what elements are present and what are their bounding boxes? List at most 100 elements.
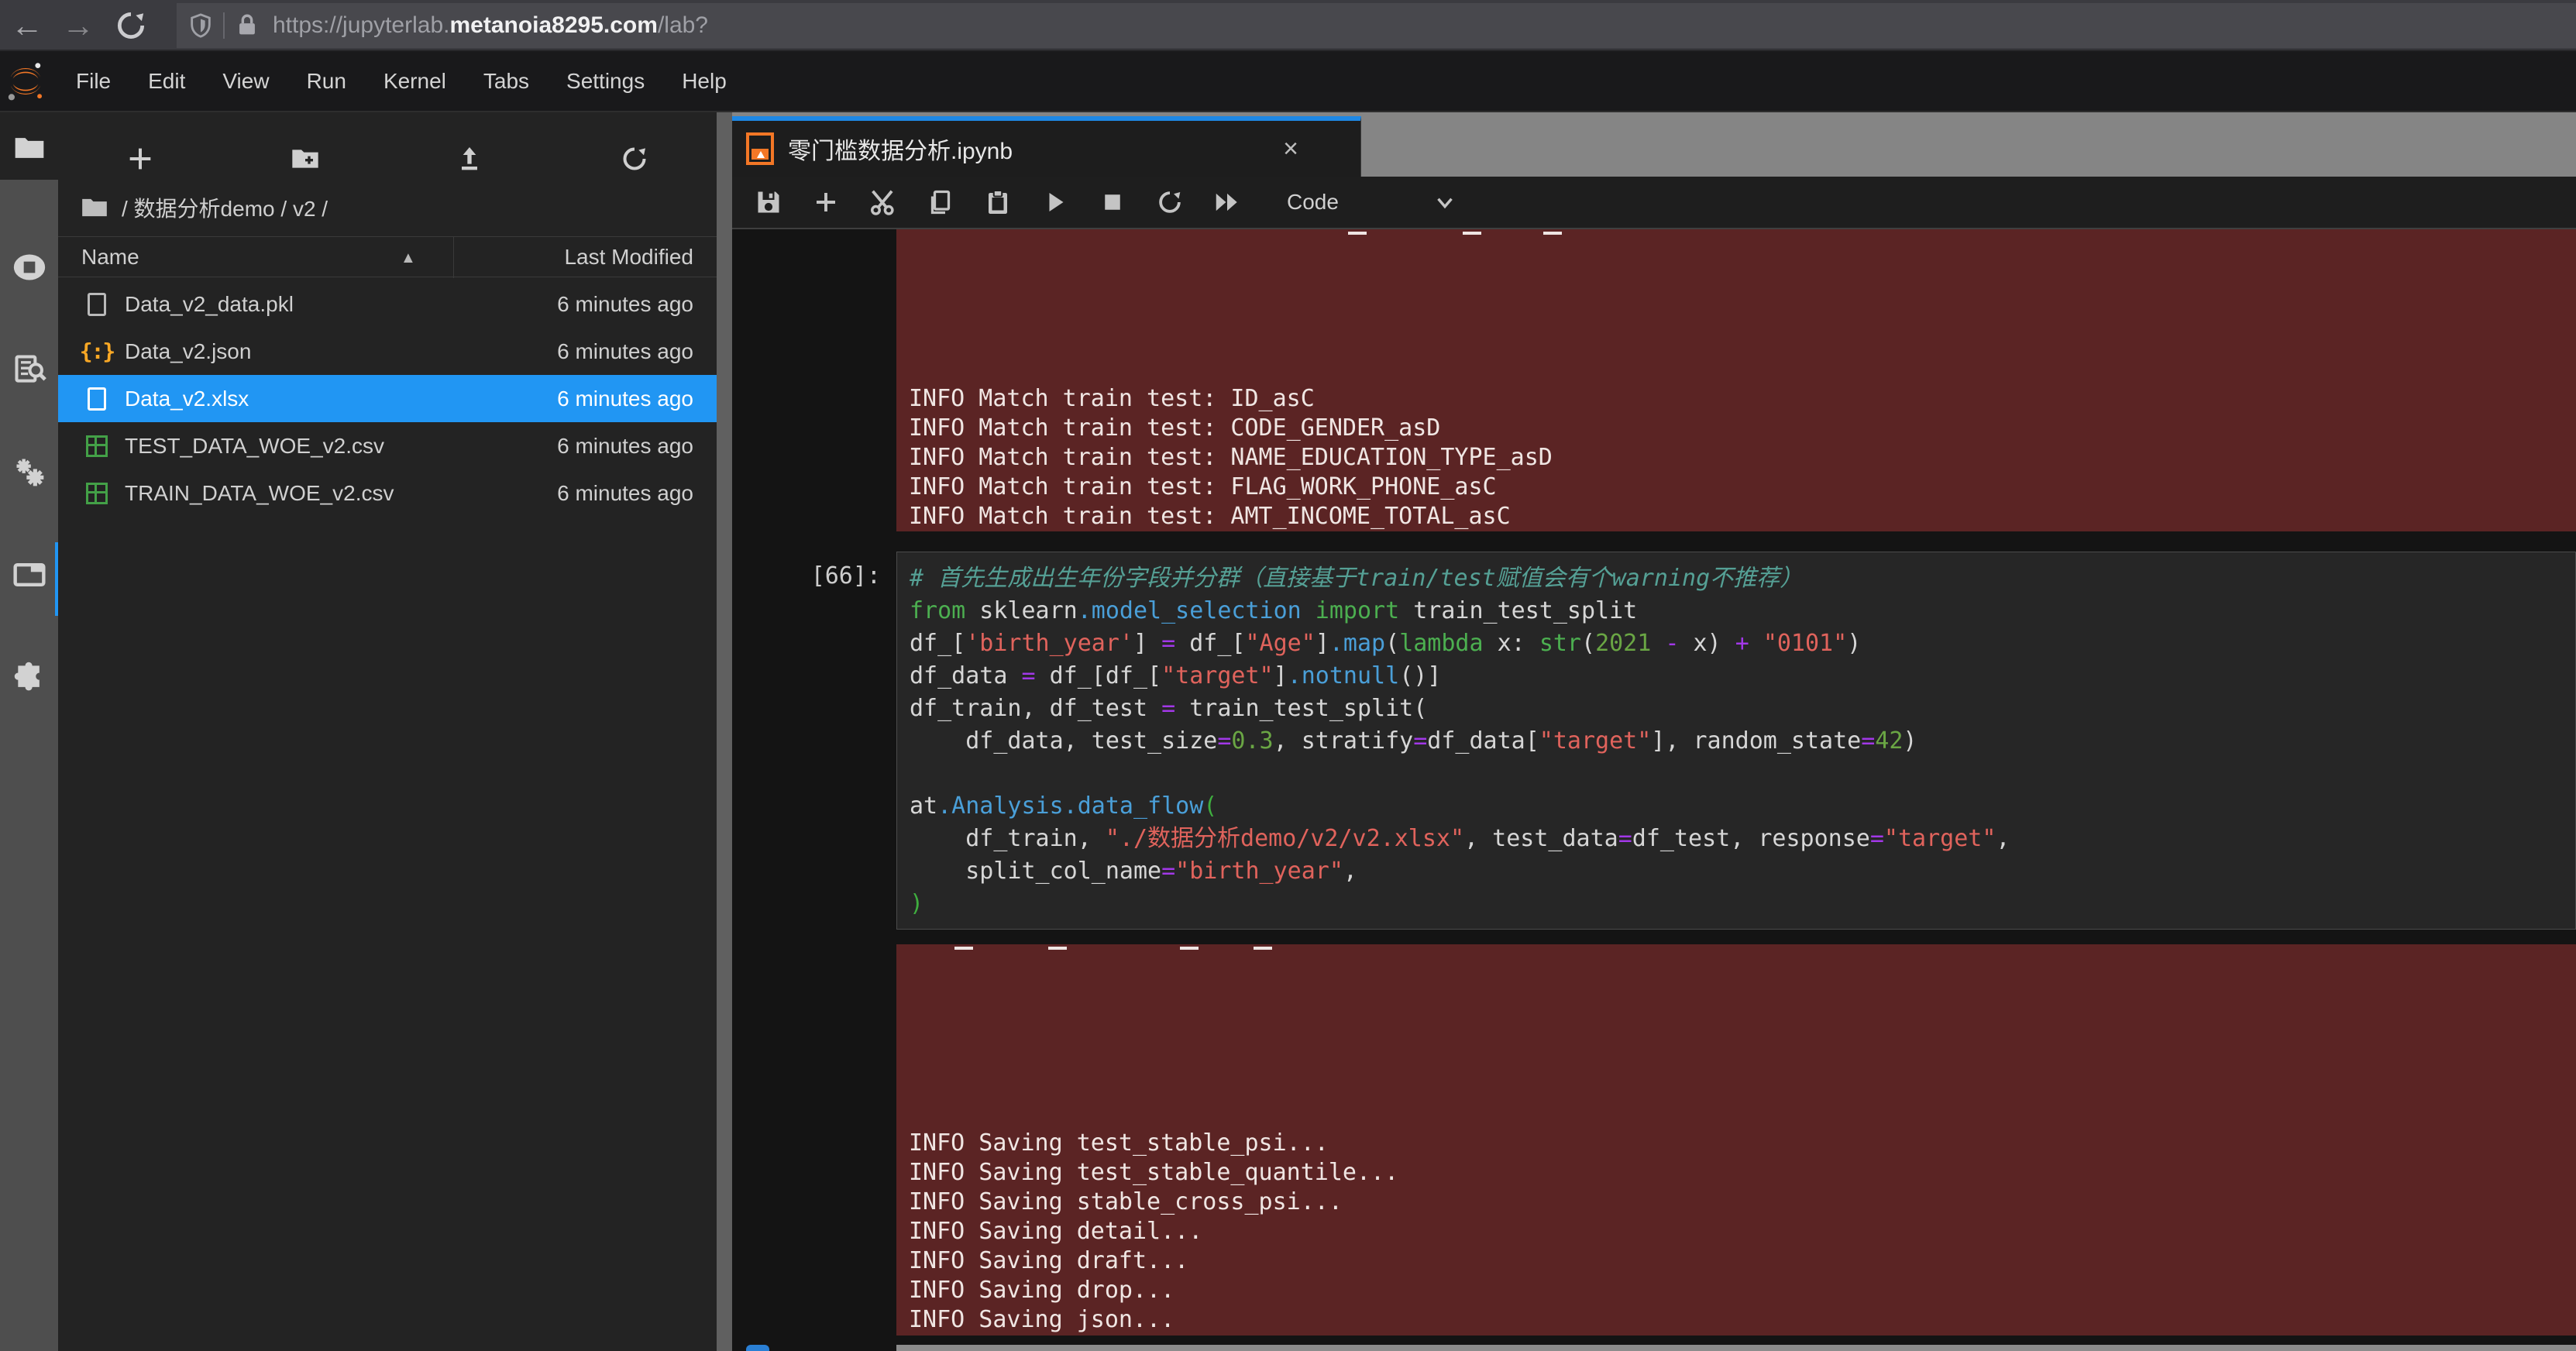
browser-back-icon[interactable]: ← [8, 6, 46, 45]
code-line: df_['birth_year'] = df_["Age"].map(lambd… [910, 627, 2575, 660]
cell-output-stderr-top: INFO Match train test: ID_asCINFO Match … [896, 229, 2576, 531]
menu-settings[interactable]: Settings [548, 69, 663, 94]
tab-close-icon[interactable]: × [1283, 134, 1298, 164]
chevron-down-icon[interactable] [1432, 189, 1458, 215]
run-all-button[interactable] [1199, 182, 1256, 222]
code-line: df_data, test_size=0.3, stratify=df_data… [910, 725, 2575, 758]
file-list: Data_v2_data.pkl 6 minutes ago {:} Data_v2.… [58, 280, 717, 517]
csv-file-icon [86, 483, 108, 504]
output-line: INFO Saving json... [909, 1305, 2576, 1335]
menu-edit[interactable]: Edit [129, 69, 204, 94]
code-cell-editor[interactable]: # 首先生成出生年份字段并分群（直接基于train/test赋值会有个warni… [896, 552, 2576, 930]
json-file-icon: {:} [80, 339, 115, 364]
file-modified-time: 6 minutes ago [557, 481, 693, 506]
file-icon [88, 387, 106, 411]
property-inspector-icon[interactable] [12, 352, 46, 387]
notebook-file-icon [746, 132, 774, 165]
breadcrumb[interactable]: / 数据分析demo / v2 / [80, 186, 328, 229]
file-modified-time: 6 minutes ago [557, 387, 693, 411]
extension-manager-icon[interactable] [12, 660, 46, 694]
divider [223, 12, 225, 39]
output-line: INFO Saving detail... [909, 1217, 2576, 1246]
menu-view[interactable]: View [204, 69, 287, 94]
column-name[interactable]: Name [81, 245, 139, 270]
output-line: INFO Match train test: FLAG_WORK_PHONE_a… [909, 473, 2576, 502]
file-list-header: Name ▲ Last Modified [58, 236, 717, 277]
stop-button[interactable] [1084, 182, 1141, 222]
code-line [910, 758, 2575, 790]
notebook-content: INFO Match train test: ID_asCINFO Match … [732, 229, 2576, 1351]
next-cell-marker [746, 1345, 769, 1351]
menu-kernel[interactable]: Kernel [365, 69, 465, 94]
clipped-text-fragment [1254, 947, 1272, 950]
menu-tabs[interactable]: Tabs [465, 69, 548, 94]
folder-icon [80, 193, 109, 222]
code-line: at.Analysis.data_flow( [910, 790, 2575, 823]
notebook-tab-title: 零门槛数据分析.ipynb [788, 132, 1013, 166]
output-line: INFO Match train test: NAME_EDUCATION_TY… [909, 443, 2576, 473]
file-modified-time: 6 minutes ago [557, 434, 693, 459]
open-tabs-icon[interactable] [12, 558, 46, 592]
file-row[interactable]: {:} Data_v2.json 6 minutes ago [58, 328, 717, 375]
file-name: Data_v2_data.pkl [125, 292, 294, 317]
settings-gears-icon[interactable] [12, 455, 46, 489]
file-row[interactable]: TRAIN_DATA_WOE_v2.csv6 minutes ago [58, 469, 717, 517]
add-cell-button[interactable] [797, 182, 855, 222]
output-line: INFO Saving test_stable_psi... [909, 1129, 2576, 1158]
output-line: INFO Saving draft... [909, 1246, 2576, 1276]
file-name: Data_v2.json [125, 339, 251, 364]
code-line: from sklearn.model_selection import trai… [910, 595, 2575, 627]
file-modified-time: 6 minutes ago [557, 339, 693, 364]
output-line: INFO Saving drop... [909, 1276, 2576, 1305]
browser-reload-icon[interactable] [112, 6, 150, 45]
code-line: df_data = df_[df_["target"].notnull()] [910, 660, 2575, 693]
menu-help[interactable]: Help [663, 69, 745, 94]
file-modified-time: 6 minutes ago [557, 292, 693, 317]
cell-output-stderr-bottom: INFO Saving test_stable_psi...INFO Savin… [896, 944, 2576, 1336]
clipped-text-fragment [1048, 947, 1067, 950]
clipped-text-fragment [1348, 232, 1367, 235]
clipped-text-fragment [1463, 232, 1481, 235]
running-sessions-icon[interactable] [12, 250, 46, 284]
file-row[interactable]: Data_v2_data.pkl 6 minutes ago [58, 280, 717, 328]
menu-file[interactable]: File [57, 69, 129, 94]
sort-ascending-icon[interactable]: ▲ [401, 249, 416, 267]
notebook-tab[interactable]: 零门槛数据分析.ipynb × [732, 116, 1361, 177]
menubar-items: FileEditViewRunKernelTabsSettingsHelp [57, 69, 745, 94]
notebook-panel: 零门槛数据分析.ipynb × [732, 112, 2576, 1351]
csv-file-icon [86, 435, 108, 457]
file-name: Data_v2.xlsx [125, 387, 249, 411]
shield-icon[interactable] [187, 12, 214, 39]
copy-cells-button[interactable] [912, 182, 969, 222]
horizontal-scrollbar[interactable] [896, 1345, 2576, 1351]
lock-icon[interactable] [234, 12, 260, 39]
file-browser-icon[interactable] [12, 131, 46, 165]
file-browser-panel: / 数据分析demo / v2 / Name ▲ Last Modified D… [58, 112, 717, 1351]
new-launcher-button[interactable] [119, 140, 162, 177]
run-button[interactable] [1027, 182, 1084, 222]
code-line: ) [910, 888, 2575, 920]
menu-run[interactable]: Run [288, 69, 365, 94]
cell-type-dropdown[interactable]: Code [1287, 190, 1339, 215]
output-line: INFO Saving test_stable_quantile... [909, 1158, 2576, 1188]
column-last-modified[interactable]: Last Modified [564, 245, 693, 270]
clipped-text-fragment [1180, 947, 1199, 950]
save-button[interactable] [740, 182, 797, 222]
cut-cells-button[interactable] [855, 182, 912, 222]
upload-button[interactable] [448, 140, 491, 177]
restart-kernel-button[interactable] [1141, 182, 1199, 222]
browser-forward-icon[interactable]: → [59, 6, 98, 45]
notebook-toolbar: Code [732, 177, 2576, 229]
file-row[interactable]: TEST_DATA_WOE_v2.csv6 minutes ago [58, 422, 717, 469]
browser-chrome: ← → https://jupyterlab.metanoia8295.com/… [0, 0, 2576, 51]
refresh-button[interactable] [613, 140, 656, 177]
address-bar[interactable]: https://jupyterlab.metanoia8295.com/lab? [177, 3, 2576, 48]
new-folder-button[interactable] [284, 140, 327, 177]
clipped-text-fragment [954, 947, 973, 950]
panel-splitter[interactable] [717, 112, 732, 1351]
activity-bar [0, 112, 58, 1351]
code-line: df_train, df_test = train_test_split( [910, 693, 2575, 725]
column-divider[interactable] [453, 237, 454, 278]
paste-cells-button[interactable] [969, 182, 1027, 222]
file-row[interactable]: Data_v2.xlsx 6 minutes ago [58, 375, 717, 422]
